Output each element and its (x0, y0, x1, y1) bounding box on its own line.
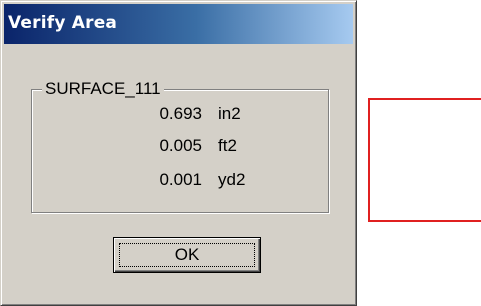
area-value: 0.001 (159, 170, 202, 189)
ok-button[interactable]: OK (113, 237, 261, 273)
area-unit: ft2 (218, 136, 237, 155)
title-bar[interactable]: Verify Area (4, 4, 353, 44)
area-row-ft2: 0.005 ft2 (32, 134, 328, 158)
ok-button-label: OK (174, 245, 200, 264)
area-row-in2: 0.693 in2 (32, 102, 328, 126)
area-value: 0.693 (159, 104, 202, 123)
group-box-label: SURFACE_111 (42, 79, 164, 99)
highlighted-surface-outline (368, 98, 481, 222)
surface-group-box: SURFACE_111 0.693 in2 0.005 ft2 0.001 yd… (31, 79, 329, 213)
area-unit: in2 (218, 104, 241, 123)
area-row-yd2: 0.001 yd2 (32, 168, 328, 192)
window-title: Verify Area (8, 13, 118, 33)
screen: Verify Area SURFACE_111 0.693 in2 0.005 … (0, 0, 481, 306)
area-value: 0.005 (159, 136, 202, 155)
verify-area-dialog: Verify Area SURFACE_111 0.693 in2 0.005 … (0, 0, 357, 306)
area-unit: yd2 (218, 170, 246, 189)
